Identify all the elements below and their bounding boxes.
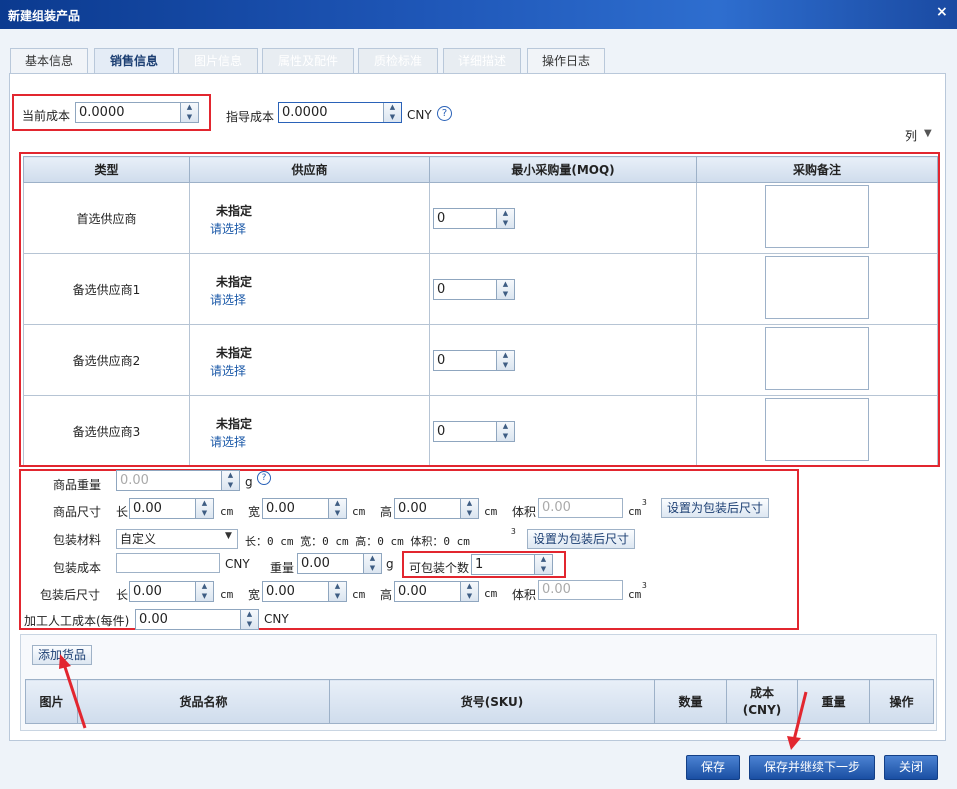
weight-unit: g	[386, 557, 394, 571]
pack-size-label: 包装后尺寸	[40, 588, 101, 602]
goods-volume-input[interactable]: 0.00	[538, 498, 623, 518]
close-icon[interactable]: ×	[936, 4, 948, 20]
cm-unit: cm	[220, 505, 234, 518]
tab-attributes[interactable]: 属性及配件	[262, 48, 354, 74]
current-cost-input[interactable]: 0.0000 ▲ ▼	[75, 102, 199, 123]
labor-cost-currency: CNY	[264, 612, 289, 626]
length-label: 长	[116, 505, 129, 519]
highlight-box	[19, 152, 940, 467]
spinner-icon[interactable]: ▲ ▼	[221, 471, 239, 490]
volume-label: 体积	[512, 588, 537, 602]
col-sku: 货号(SKU)	[329, 679, 655, 724]
labor-cost-input[interactable]: 0.00 ▲ ▼	[135, 609, 259, 630]
spinner-icon[interactable]: ▲ ▼	[195, 582, 213, 601]
tab-detail[interactable]: 详细描述	[443, 48, 521, 74]
set-pack-size-button[interactable]: 设置为包装后尺寸	[661, 498, 769, 518]
col-actions: 操作	[869, 679, 934, 724]
tab-sales-info[interactable]: 销售信息	[94, 48, 174, 75]
close-button[interactable]: 关闭	[884, 755, 938, 780]
width-label: 宽	[248, 588, 261, 602]
height-label: 高	[380, 505, 393, 519]
help-icon[interactable]: ?	[257, 471, 271, 485]
save-button[interactable]: 保存	[686, 755, 740, 780]
tab-quality[interactable]: 质检标准	[358, 48, 438, 74]
length-label: 长	[116, 588, 129, 602]
pack-cost-currency: CNY	[225, 557, 250, 571]
cm3-unit: cm	[628, 505, 642, 518]
guide-cost-label: 指导成本	[226, 110, 275, 124]
goods-size-label: 商品尺寸	[53, 505, 102, 519]
col-goods-name: 货品名称	[77, 679, 330, 724]
width-label: 宽	[248, 505, 261, 519]
help-icon[interactable]: ?	[437, 106, 452, 121]
tab-op-log[interactable]: 操作日志	[527, 48, 605, 74]
spinner-icon[interactable]: ▲ ▼	[328, 582, 346, 601]
chevron-down-icon[interactable]: ▼	[924, 128, 932, 139]
spinner-icon[interactable]: ▲ ▼	[460, 499, 478, 518]
cm-unit: cm	[352, 505, 366, 518]
material-dimensions: 长：0 cm 宽：0 cm 高：0 cm 体积：0 cm	[245, 535, 470, 548]
spinner-icon[interactable]: ▲ ▼	[460, 582, 478, 601]
pack-weight-input[interactable]: 0.00 ▲ ▼	[297, 553, 382, 574]
pack-width-input[interactable]: 0.00 ▲ ▼	[262, 581, 347, 602]
pack-cost-label: 包装成本	[53, 561, 102, 575]
set-pack-size-button[interactable]: 设置为包装后尺寸	[527, 529, 635, 549]
goods-weight-label: 商品重量	[53, 478, 102, 492]
columns-menu[interactable]: 列	[905, 127, 917, 144]
cube-superscript: 3	[642, 498, 647, 507]
labor-cost-label: 加工人工成本(每件)	[24, 614, 130, 628]
pack-count-label: 可包装个数	[409, 561, 470, 575]
weight-unit: g	[245, 475, 253, 489]
title-bar	[0, 0, 957, 29]
chevron-down-icon[interactable]: ▼	[225, 531, 232, 541]
spinner-icon[interactable]: ▲ ▼	[328, 499, 346, 518]
height-label: 高	[380, 588, 393, 602]
spinner-icon[interactable]: ▲ ▼	[195, 499, 213, 518]
col-quantity: 数量	[654, 679, 727, 724]
volume-label: 体积	[512, 505, 537, 519]
goods-length-input[interactable]: 0.00 ▲ ▼	[129, 498, 214, 519]
spinner-icon[interactable]: ▲ ▼	[383, 103, 401, 122]
cm-unit: cm	[484, 587, 498, 600]
spinner-icon[interactable]: ▲ ▼	[240, 610, 258, 629]
pack-count-input[interactable]: 1 ▲ ▼	[471, 554, 553, 575]
pack-cost-input[interactable]	[116, 553, 220, 573]
tab-basic-info[interactable]: 基本信息	[10, 48, 88, 74]
pack-volume-input[interactable]: 0.00	[538, 580, 623, 600]
guide-cost-currency: CNY	[407, 108, 432, 122]
cm-unit: cm	[352, 588, 366, 601]
window-title: 新建组装产品	[8, 9, 81, 23]
goods-weight-input[interactable]: 0.00 ▲ ▼	[116, 470, 240, 491]
cube-superscript: 3	[642, 581, 647, 590]
goods-width-input[interactable]: 0.00 ▲ ▼	[262, 498, 347, 519]
guide-cost-input[interactable]: 0.0000 ▲ ▼	[278, 102, 402, 123]
annotation-arrow-icon	[59, 654, 87, 729]
cm3-unit: cm	[628, 588, 642, 601]
tab-image-info[interactable]: 图片信息	[178, 48, 258, 74]
highlight-box	[19, 469, 799, 630]
cm-unit: cm	[484, 505, 498, 518]
cube-superscript: 3	[511, 527, 516, 536]
pack-material-select[interactable]: 自定义	[116, 529, 238, 549]
pack-weight-label: 重量	[270, 561, 295, 575]
pack-material-label: 包装材料	[53, 533, 102, 547]
spinner-icon[interactable]: ▲ ▼	[363, 554, 381, 573]
spinner-icon[interactable]: ▲ ▼	[180, 103, 198, 122]
spinner-icon[interactable]: ▲ ▼	[534, 555, 552, 574]
annotation-arrow-icon	[787, 691, 808, 750]
current-cost-label: 当前成本	[22, 109, 71, 123]
pack-height-input[interactable]: 0.00 ▲ ▼	[394, 581, 479, 602]
save-next-button[interactable]: 保存并继续下一步	[749, 755, 875, 780]
pack-length-input[interactable]: 0.00 ▲ ▼	[129, 581, 214, 602]
goods-height-input[interactable]: 0.00 ▲ ▼	[394, 498, 479, 519]
cm-unit: cm	[220, 588, 234, 601]
